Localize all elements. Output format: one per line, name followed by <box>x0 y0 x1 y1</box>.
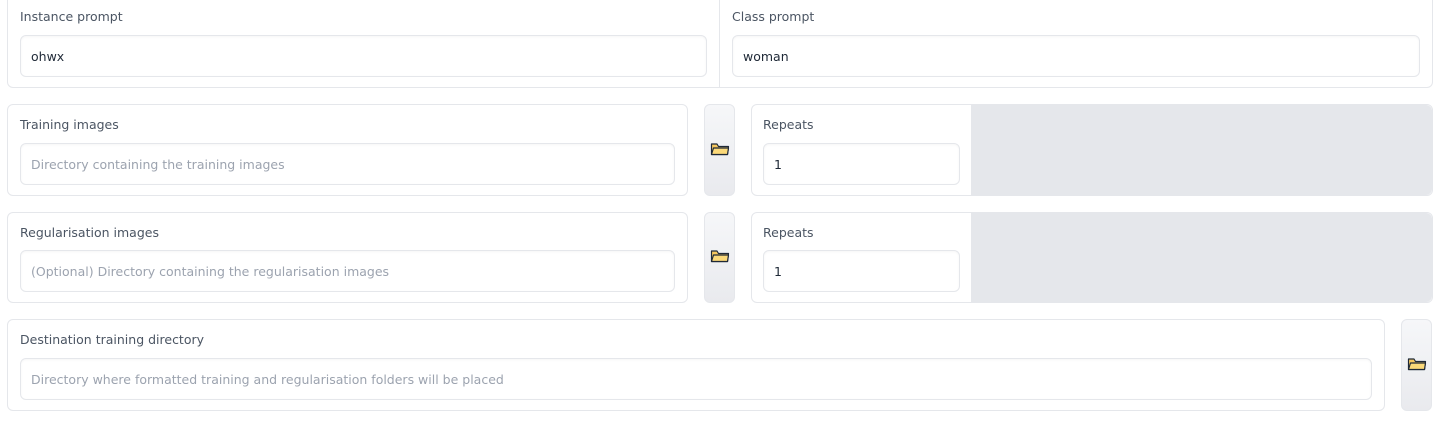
class-prompt-label: Class prompt <box>732 9 815 24</box>
regularisation-repeats-empty-area <box>971 213 1432 302</box>
regularisation-images-label: Regularisation images <box>20 225 159 240</box>
folder-icon <box>1407 356 1427 375</box>
folder-icon <box>710 248 730 267</box>
regularisation-repeats-input[interactable] <box>763 250 960 292</box>
training-repeats-input[interactable] <box>763 143 960 185</box>
destination-directory-folder-button[interactable] <box>1401 319 1432 411</box>
regularisation-images-folder-button[interactable] <box>704 212 735 303</box>
training-repeats-label: Repeats <box>763 117 814 132</box>
training-images-folder-button[interactable] <box>704 104 735 196</box>
training-images-input[interactable] <box>20 143 675 185</box>
instance-prompt-label: Instance prompt <box>20 9 123 24</box>
training-repeats-empty-area <box>971 105 1432 195</box>
training-images-label: Training images <box>20 117 119 132</box>
regularisation-repeats-label: Repeats <box>763 225 814 240</box>
regularisation-images-input[interactable] <box>20 250 675 292</box>
prompts-divider <box>719 0 720 87</box>
instance-prompt-input[interactable] <box>20 35 707 77</box>
folder-icon <box>710 141 730 160</box>
destination-directory-label: Destination training directory <box>20 332 205 347</box>
class-prompt-input[interactable] <box>732 35 1420 77</box>
destination-directory-input[interactable] <box>20 358 1372 400</box>
